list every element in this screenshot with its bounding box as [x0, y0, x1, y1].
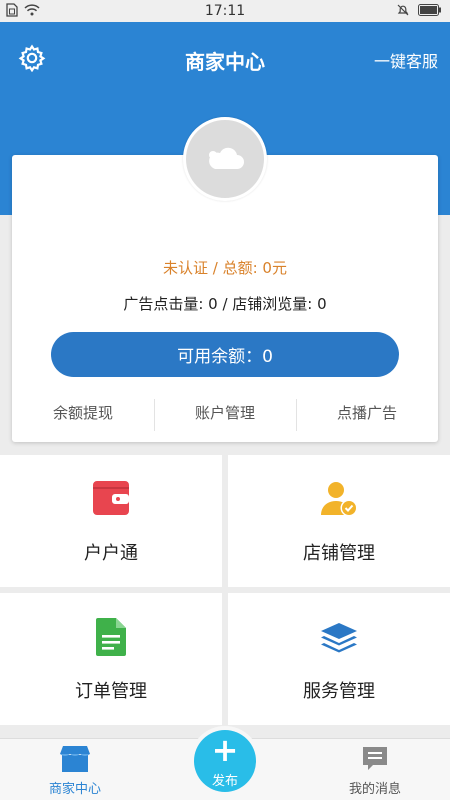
account-management-button[interactable]: 账户管理: [154, 395, 296, 437]
document-icon: [94, 617, 128, 661]
message-icon: [361, 745, 389, 777]
battery-icon: [418, 4, 442, 20]
available-balance-button[interactable]: 可用余额：0: [51, 332, 399, 377]
store-icon: [60, 745, 90, 777]
layers-icon: [319, 617, 359, 661]
card-actions: 余额提现 账户管理 点播广告: [12, 395, 438, 437]
ad-broadcast-button[interactable]: 点播广告: [296, 395, 438, 437]
avatar[interactable]: [183, 117, 267, 201]
withdraw-balance-button[interactable]: 余额提现: [12, 395, 154, 437]
traffic-stats-text: 广告点击量: 0 / 店铺浏览量: 0: [123, 295, 327, 313]
tile-huhutong[interactable]: 户户通: [0, 455, 222, 587]
tile-label: 店铺管理: [303, 543, 375, 564]
tile-label: 订单管理: [75, 681, 147, 702]
plus-icon: +: [211, 731, 239, 769]
nav-merchant-center[interactable]: 商家中心: [0, 739, 150, 800]
nav-label: 我的消息: [348, 782, 401, 797]
customer-service-button[interactable]: 一键客服: [374, 48, 438, 72]
tile-order-management[interactable]: 订单管理: [0, 593, 222, 725]
nav-label: 商家中心: [48, 782, 101, 797]
tile-label: 户户通: [84, 543, 138, 564]
tile-store-management[interactable]: 店铺管理: [228, 455, 450, 587]
wallet-icon: [92, 479, 130, 521]
nav-my-messages[interactable]: 我的消息: [300, 739, 450, 800]
user-check-icon: [319, 479, 359, 523]
tile-label: 服务管理: [303, 681, 375, 702]
verification-status-text: 未认证 / 总额: 0元: [163, 259, 287, 277]
clock-time: 17:11: [204, 3, 246, 19]
bell-muted-icon: [396, 3, 410, 21]
status-bar: 17:11: [0, 0, 450, 22]
cloud-icon: [205, 143, 245, 175]
publish-label: 发布: [211, 774, 238, 789]
publish-button[interactable]: + 发布: [194, 730, 256, 792]
tile-service-management[interactable]: 服务管理: [228, 593, 450, 725]
